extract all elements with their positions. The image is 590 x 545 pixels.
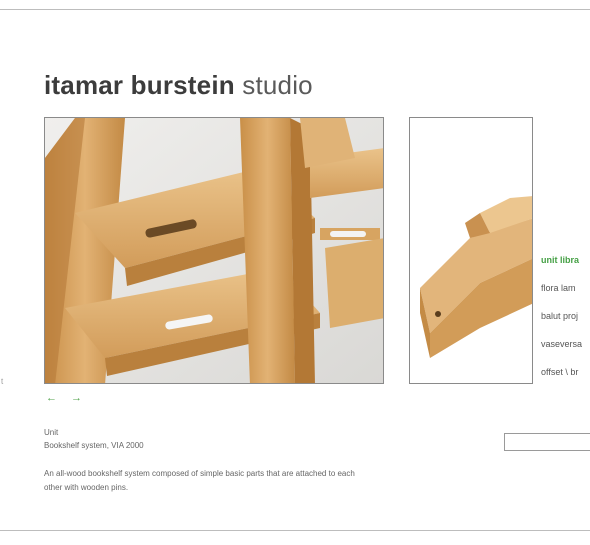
project-nav: unit libra flora lam balut proj vasevers…: [541, 254, 590, 394]
gallery-arrows: ← →: [46, 392, 82, 404]
project-description: An all-wood bookshelf system composed of…: [44, 469, 355, 492]
nav-item-balut-project[interactable]: balut proj: [541, 310, 590, 322]
nav-item-unit-library[interactable]: unit libra: [541, 254, 590, 266]
side-photo[interactable]: [409, 117, 533, 384]
wood-part-image: [420, 196, 532, 358]
project-name: Unit: [44, 428, 59, 437]
prev-arrow-icon[interactable]: ←: [46, 392, 57, 404]
bottom-divider: [0, 530, 590, 531]
left-edge-text: t: [1, 377, 4, 386]
nav-item-flora-lamp[interactable]: flora lam: [541, 282, 590, 294]
main-photo[interactable]: [44, 117, 384, 384]
title-light: studio: [234, 70, 313, 100]
nav-item-offset[interactable]: offset \ br: [541, 366, 590, 378]
nav-item-vaseversa[interactable]: vaseversa: [541, 338, 590, 350]
bookshelf-photo-image: [45, 118, 383, 383]
search-input[interactable]: [504, 433, 590, 451]
project-subtitle: Bookshelf system, VIA 2000: [44, 441, 144, 450]
top-divider: [0, 9, 590, 10]
next-arrow-icon[interactable]: →: [71, 392, 82, 404]
page-title: itamar burstein studio: [44, 70, 313, 101]
title-bold: itamar burstein: [44, 70, 235, 100]
